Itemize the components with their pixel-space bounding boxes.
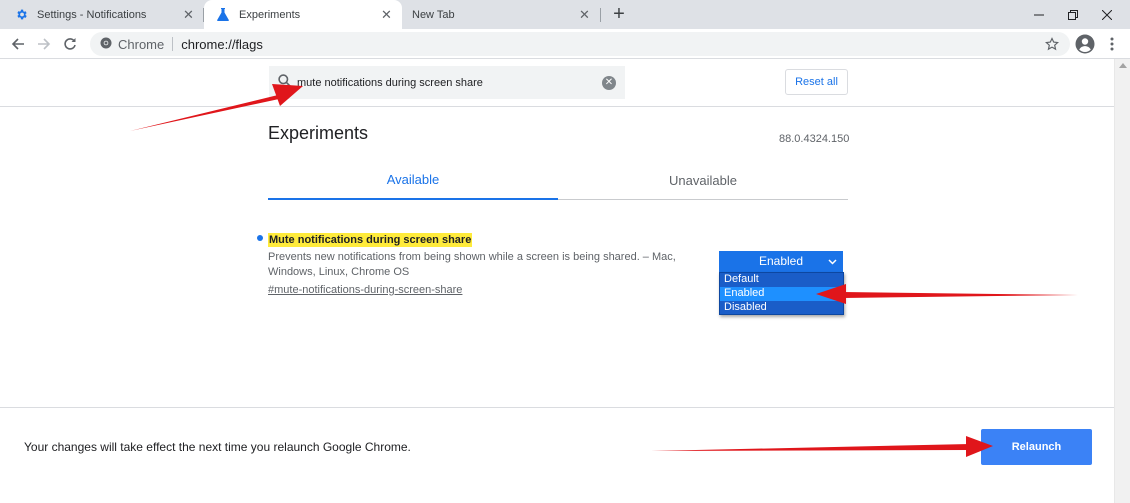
tab-unavailable[interactable]: Unavailable <box>558 166 848 200</box>
address-bar[interactable]: Chrome chrome://flags <box>90 32 1070 56</box>
flag-permalink[interactable]: #mute-notifications-during-screen-share <box>268 283 462 298</box>
more-menu-icon[interactable] <box>1101 33 1123 55</box>
option-enabled[interactable]: Enabled <box>720 287 843 301</box>
arrow-to-enabled-option <box>816 284 1078 304</box>
tab-new-tab[interactable]: New Tab ✕ <box>402 0 600 29</box>
tab-title: New Tab <box>412 8 455 21</box>
tab-settings-notifications[interactable]: Settings - Notifications ✕ <box>0 0 204 29</box>
page-scrollbar[interactable] <box>1114 59 1130 503</box>
close-icon[interactable]: ✕ <box>182 8 195 21</box>
flag-entry: Mute notifications during screen share P… <box>257 230 708 298</box>
relaunch-footer: Your changes will take effect the next t… <box>0 407 1114 503</box>
content-tabs: Available Unavailable <box>268 166 848 200</box>
search-icon <box>278 73 291 92</box>
select-dropdown: Default Enabled Disabled <box>719 272 844 315</box>
modified-dot-icon <box>257 235 263 241</box>
flag-name: Mute notifications during screen share <box>268 233 473 247</box>
omnibox-separator <box>172 37 174 51</box>
chevron-down-icon <box>828 251 837 272</box>
tab-strip: Settings - Notifications ✕ Experiments ✕… <box>0 0 1130 29</box>
profile-avatar-icon[interactable] <box>1074 33 1096 55</box>
flags-header: ✕ Reset all <box>0 59 1114 107</box>
gear-icon <box>14 8 28 22</box>
search-input[interactable] <box>297 76 587 89</box>
forward-arrow-icon[interactable] <box>33 33 55 55</box>
tab-title: Settings - Notifications <box>37 8 147 21</box>
page-title: Experiments <box>268 123 369 143</box>
close-icon[interactable]: ✕ <box>380 8 393 21</box>
option-default[interactable]: Default <box>720 273 843 287</box>
back-arrow-icon[interactable] <box>7 33 29 55</box>
url-text: chrome://flags <box>181 36 263 52</box>
tab-separator <box>600 8 601 22</box>
chrome-logo-icon <box>100 37 112 52</box>
site-label: Chrome <box>118 36 165 52</box>
reset-all-button[interactable]: Reset all <box>785 69 848 95</box>
option-disabled[interactable]: Disabled <box>720 301 843 315</box>
select-value: Enabled <box>758 254 804 268</box>
flag-description: Prevents new notifications from being sh… <box>268 251 676 278</box>
relaunch-message: Your changes will take effect the next t… <box>24 440 411 454</box>
tab-experiments[interactable]: Experiments ✕ <box>204 0 402 29</box>
tab-title: Experiments <box>239 8 301 21</box>
bookmark-star-icon[interactable] <box>1041 33 1063 55</box>
new-tab-plus-icon[interactable]: + <box>609 4 629 24</box>
tab-available[interactable]: Available <box>268 166 558 200</box>
version-number: 88.0.4324.150 <box>779 133 850 145</box>
close-icon[interactable]: ✕ <box>578 8 591 21</box>
reload-icon[interactable] <box>59 33 81 55</box>
clear-search-icon[interactable]: ✕ <box>602 76 616 90</box>
search-box[interactable]: ✕ <box>269 66 625 99</box>
flask-icon <box>216 8 230 22</box>
browser-toolbar: Chrome chrome://flags <box>0 29 1130 59</box>
flag-state-select[interactable]: Enabled <box>719 251 843 272</box>
window-close-icon[interactable] <box>1084 0 1130 29</box>
relaunch-button[interactable]: Relaunch <box>981 429 1092 465</box>
scroll-up-arrow-icon[interactable] <box>1119 63 1127 68</box>
